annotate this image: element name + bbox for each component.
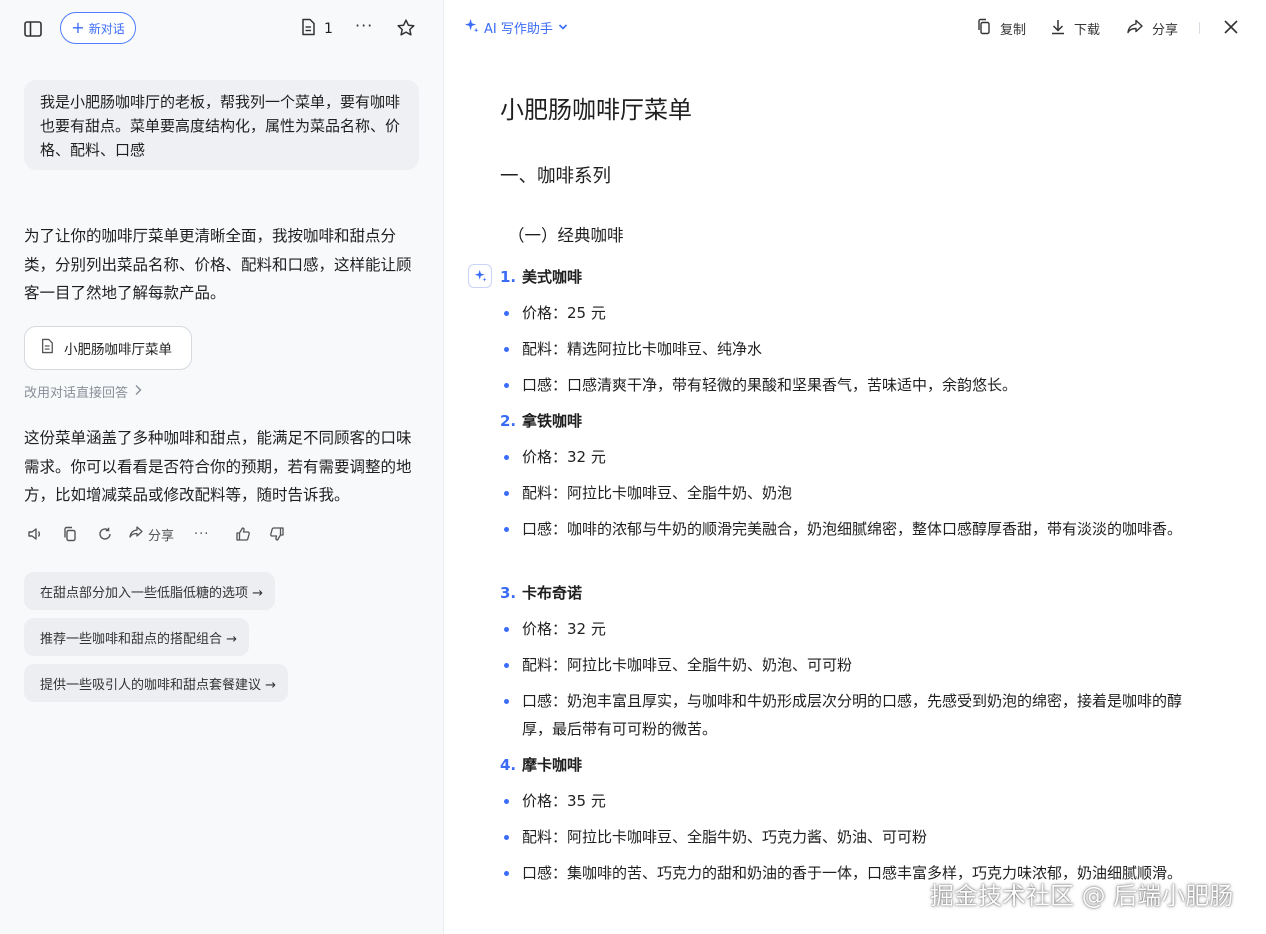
bullet-icon	[504, 699, 509, 704]
item-number: 3.	[500, 584, 517, 602]
suggestion-label: 在甜点部分加入一些低脂低糖的选项 →	[40, 585, 264, 601]
item-ingredients: 配料：阿拉比卡咖啡豆、全脂牛奶、巧克力酱、奶油、可可粉	[522, 828, 928, 846]
download-label: 下载	[1074, 23, 1101, 38]
download-icon	[1050, 18, 1066, 39]
item-price: 价格：32 元	[522, 620, 606, 638]
document-count: 1	[324, 21, 333, 37]
document-title: 小肥肠咖啡厅菜单	[500, 96, 692, 124]
regenerate-icon[interactable]	[96, 525, 114, 543]
document-toolbar: AI 写作助手 复制 下载 分享	[444, 12, 1266, 44]
share-button[interactable]: 分享	[128, 524, 174, 544]
item-taste: 口感：口感清爽干净，带有轻微的果酸和坚果香气，苦味适中，余韵悠长。	[522, 376, 1018, 394]
ai-edit-sparkle-button[interactable]	[468, 264, 492, 288]
bullet-icon	[504, 527, 509, 532]
document-card-title: 小肥肠咖啡厅菜单	[64, 342, 172, 358]
item-ingredients: 配料：阿拉比卡咖啡豆、全脂牛奶、奶泡	[522, 484, 793, 502]
suggestion-chip[interactable]: 推荐一些咖啡和甜点的搭配组合 →	[24, 618, 250, 656]
bullet-icon	[504, 383, 509, 388]
switch-link-label: 改用对话直接回答	[24, 386, 129, 401]
item-name: 卡布奇诺	[522, 584, 583, 602]
more-icon[interactable]: ···	[355, 16, 373, 35]
item-name: 美式咖啡	[522, 268, 583, 286]
document-icon	[300, 18, 316, 40]
share-button[interactable]: 分享	[1126, 18, 1178, 39]
item-taste: 口感：咖啡的浓郁与牛奶的顺滑完美融合，奶泡细腻绵密，整体口感醇厚香甜，带有淡淡的…	[522, 520, 1183, 538]
ai-writing-assistant-dropdown[interactable]: AI 写作助手	[464, 18, 568, 37]
share-icon	[1126, 18, 1144, 39]
thumbs-down-icon[interactable]	[269, 526, 285, 542]
bullet-icon	[504, 835, 509, 840]
copy-label: 复制	[1000, 23, 1027, 38]
item-price: 价格：35 元	[522, 792, 606, 810]
toolbar-divider	[1199, 22, 1200, 34]
share-label: 分享	[148, 528, 175, 544]
bullet-icon	[504, 347, 509, 352]
suggestion-label: 提供一些吸引人的咖啡和甜点套餐建议 →	[40, 677, 277, 693]
suggestion-chip[interactable]: 在甜点部分加入一些低脂低糖的选项 →	[24, 572, 276, 610]
switch-to-chat-link[interactable]: 改用对话直接回答	[24, 382, 142, 401]
close-icon[interactable]	[1223, 19, 1239, 39]
bullet-icon	[504, 871, 509, 876]
read-aloud-icon[interactable]	[26, 525, 44, 543]
item-number: 4.	[500, 756, 517, 774]
chevron-right-icon	[134, 384, 142, 400]
suggestion-chip[interactable]: 提供一些吸引人的咖啡和甜点套餐建议 →	[24, 664, 289, 702]
item-ingredients: 配料：阿拉比卡咖啡豆、全脂牛奶、奶泡、可可粉	[522, 656, 853, 674]
subsection-heading: （一）经典咖啡	[508, 226, 624, 245]
document-panel: AI 写作助手 复制 下载 分享 小肥肠咖啡厅菜单 一、咖啡系列 （一）经典咖啡…	[444, 0, 1266, 934]
copy-icon	[976, 18, 992, 39]
section-heading: 一、咖啡系列	[500, 166, 612, 187]
plus-icon: +	[71, 18, 85, 37]
download-button[interactable]: 下载	[1050, 18, 1100, 39]
share-icon	[128, 524, 144, 544]
sparkle-icon	[464, 18, 479, 37]
user-message: 我是小肥肠咖啡厅的老板，帮我列一个菜单，要有咖啡也要有甜点。菜单要高度结构化，属…	[24, 80, 419, 170]
item-name: 拿铁咖啡	[522, 412, 583, 430]
watermark: 掘金技术社区 @ 后端小肥肠	[930, 882, 1234, 910]
document-card[interactable]: 小肥肠咖啡厅菜单	[24, 326, 192, 370]
more-icon[interactable]: ···	[194, 527, 209, 542]
sidebar-toggle-icon[interactable]	[22, 18, 44, 40]
copy-icon[interactable]	[62, 526, 78, 542]
assistant-outro-text: 这份菜单涵盖了多种咖啡和甜点，能满足不同顾客的口味需求。你可以看看是否符合你的预…	[24, 429, 412, 504]
bullet-icon	[504, 491, 509, 496]
star-icon[interactable]	[396, 18, 416, 42]
sparkle-icon	[474, 267, 487, 286]
chevron-down-icon	[558, 20, 568, 35]
copy-button[interactable]: 复制	[976, 18, 1026, 39]
documents-button[interactable]: 1	[300, 18, 333, 40]
item-price: 价格：25 元	[522, 304, 606, 322]
chat-panel: + 新对话 1 ··· 我是小肥肠咖啡厅的老板，帮我列一个菜单，要有咖啡也要有甜…	[0, 0, 444, 934]
assistant-label: AI 写作助手	[484, 22, 553, 37]
item-name: 摩卡咖啡	[522, 756, 583, 774]
item-price: 价格：32 元	[522, 448, 606, 466]
assistant-intro-text: 为了让你的咖啡厅菜单更清晰全面，我按咖啡和甜点分类，分别列出菜品名称、价格、配料…	[24, 227, 412, 302]
thumbs-up-icon[interactable]	[235, 526, 251, 542]
item-taste: 口感：奶泡丰富且厚实，与咖啡和牛奶形成层次分明的口感，先感受到奶泡的绵密，接着是…	[522, 692, 1183, 738]
chat-toolbar: + 新对话 1 ···	[0, 12, 443, 44]
item-number: 2.	[500, 412, 517, 430]
item-ingredients: 配料：精选阿拉比卡咖啡豆、纯净水	[522, 340, 763, 358]
item-number: 1.	[500, 268, 517, 286]
bullet-icon	[504, 455, 509, 460]
bullet-icon	[504, 799, 509, 804]
suggestion-label: 推荐一些咖啡和甜点的搭配组合 →	[40, 631, 238, 647]
bullet-icon	[504, 311, 509, 316]
message-actions: 分享 ···	[26, 524, 285, 544]
share-label: 分享	[1152, 23, 1179, 38]
bullet-icon	[504, 627, 509, 632]
document-icon	[40, 338, 54, 358]
bullet-icon	[504, 663, 509, 668]
new-chat-button[interactable]: + 新对话	[60, 12, 136, 44]
new-chat-label: 新对话	[88, 21, 125, 36]
